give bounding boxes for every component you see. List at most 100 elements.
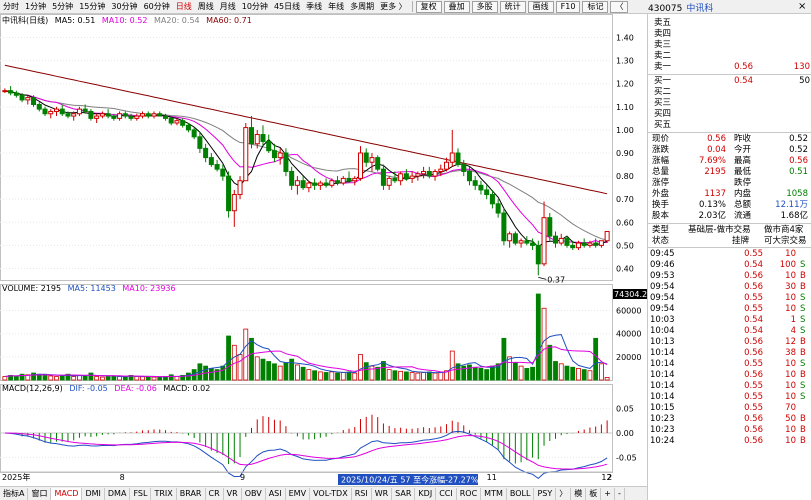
indicator-tab-18[interactable]: CCI xyxy=(436,487,457,500)
indicator-tab-0[interactable]: 指标A xyxy=(0,487,29,500)
period-tab-12[interactable]: 年线 xyxy=(325,0,347,13)
tool-button-6[interactable]: 标记 xyxy=(582,0,609,13)
indicator-tab-2[interactable]: MACD xyxy=(51,487,83,500)
tick-price: 0.56 xyxy=(744,337,763,347)
tool-button-1[interactable]: 叠加 xyxy=(443,0,470,13)
ask-row: 卖三 xyxy=(650,40,810,50)
candle-body xyxy=(495,203,501,214)
indicator-tab-15[interactable]: WR xyxy=(372,487,393,500)
stat-label: 外盘 xyxy=(652,189,670,199)
volume-bar xyxy=(283,362,289,381)
tool-button-7[interactable]: 〈 xyxy=(610,0,629,13)
candle-body xyxy=(507,233,513,242)
trading-app: 分时 1分钟 5分钟 15分钟 30分钟 60分钟 日线 周线 月线 10分钟 45日线 季线 年线 多周… xyxy=(0,0,811,500)
indicator-tab-19[interactable]: ROC xyxy=(457,487,482,500)
tick-volume: 10 xyxy=(785,425,796,435)
tick-price: 0.56 xyxy=(744,271,763,281)
volume-bar xyxy=(570,366,576,381)
indicator-tab-17[interactable]: KDJ xyxy=(415,487,437,500)
candle-body xyxy=(117,113,123,119)
volume-bar xyxy=(226,335,231,381)
period-tab-2[interactable]: 5分钟 xyxy=(49,0,76,13)
indicator-tab-10[interactable]: OBV xyxy=(242,487,266,500)
volume-bar xyxy=(243,328,249,381)
indicator-tab-12[interactable]: EMV xyxy=(286,487,311,500)
indicator-tab-8[interactable]: CR xyxy=(206,487,224,500)
period-tab-10[interactable]: 45日线 xyxy=(271,0,303,13)
indicator-tab-21[interactable]: BOLL xyxy=(507,487,535,500)
close-icon[interactable]: × xyxy=(798,1,806,12)
candle-body xyxy=(553,235,559,244)
tool-button-4[interactable]: 画线 xyxy=(527,0,554,13)
indicator-tab-13[interactable]: VOL-TDX xyxy=(310,487,352,500)
indicator-tab-11[interactable]: ASI xyxy=(266,487,286,500)
period-tab-1[interactable]: 1分钟 xyxy=(22,0,49,13)
period-tab-0[interactable]: 分时 xyxy=(0,0,22,13)
dif-legend: DIF: -0.05 xyxy=(69,384,108,393)
ma5-line xyxy=(4,90,608,248)
tick-volume: 70 xyxy=(785,403,796,413)
tick-volume: 10 xyxy=(785,249,796,259)
stat-value: 0.56 xyxy=(707,134,726,144)
tick-volume: 10 xyxy=(785,304,796,314)
ask-label: 卖四 xyxy=(654,29,672,39)
tool-button-2[interactable]: 多股 xyxy=(471,0,498,13)
volume-bar xyxy=(117,376,122,381)
indicator-tab-3[interactable]: DMI xyxy=(82,487,105,500)
volume-bar xyxy=(558,363,564,381)
volume-bar xyxy=(266,361,272,381)
indicator-tab-1[interactable]: 窗口 xyxy=(28,487,52,500)
tick-time: 10:14 xyxy=(650,348,675,358)
indicator-tab-5[interactable]: FSL xyxy=(130,487,152,500)
tick-row: 09:54 0.55 10 S xyxy=(648,293,811,304)
candle-body xyxy=(438,168,444,172)
period-tab-9[interactable]: 10分钟 xyxy=(239,0,271,13)
volume-tick-label: 60000 xyxy=(616,307,641,316)
indicator-tab-25[interactable]: 板 xyxy=(586,487,602,500)
chart-area[interactable]: 1.40 1.30 1.20 1.10 1.00 0.90 0.80 0.70 0.60 0.50… xyxy=(0,14,652,486)
indicator-tab-16[interactable]: SAR xyxy=(392,487,416,500)
period-tab-5[interactable]: 60分钟 xyxy=(141,0,173,13)
tool-button-5[interactable]: F10 xyxy=(555,0,581,13)
indicator-tab-14[interactable]: RSI xyxy=(352,487,372,500)
indicator-tab-26[interactable]: + xyxy=(601,487,615,500)
volume-bar xyxy=(94,376,100,381)
date-label: 9 xyxy=(240,473,245,482)
candle-body xyxy=(466,170,472,182)
stat-label: 流通 xyxy=(734,211,752,221)
tick-row: 10:23 0.56 50 B xyxy=(648,414,811,425)
tick-time: 09:54 xyxy=(650,293,675,303)
stat-label: 涨幅 xyxy=(652,156,670,166)
indicator-tab-22[interactable]: PSY xyxy=(534,487,557,500)
indicator-tab-4[interactable]: DMA xyxy=(105,487,131,500)
period-tab-8[interactable]: 月线 xyxy=(217,0,239,13)
period-tab-4[interactable]: 30分钟 xyxy=(108,0,140,13)
indicator-tab-9[interactable]: VR xyxy=(224,487,242,500)
candle-body xyxy=(151,113,157,117)
period-tab-11[interactable]: 季线 xyxy=(303,0,325,13)
candle-body xyxy=(191,129,197,138)
bid-label: 买二 xyxy=(654,87,672,97)
stock-name: 中讯科 xyxy=(686,4,714,14)
candle-body xyxy=(145,113,151,117)
period-tab-7[interactable]: 周线 xyxy=(195,0,217,13)
indicator-tab-6[interactable]: TRIX xyxy=(151,487,177,500)
indicator-tab-7[interactable]: BRAR xyxy=(177,487,206,500)
indicator-tab-23[interactable]: 〉 xyxy=(556,487,572,500)
price-tick-label: 0.80 xyxy=(616,172,634,181)
indicator-tab-24[interactable]: 模 xyxy=(571,487,587,500)
period-tab-3[interactable]: 15分钟 xyxy=(76,0,108,13)
tool-button-3[interactable]: 统计 xyxy=(499,0,526,13)
indicator-tab-27[interactable]: - xyxy=(615,487,625,500)
indicator-tab-20[interactable]: MTM xyxy=(481,487,507,500)
candle-body xyxy=(530,242,536,246)
period-tab-14[interactable]: 更多 〉 xyxy=(377,0,410,13)
bid-price: 0.54 xyxy=(734,76,753,86)
period-tab-13[interactable]: 多周期 xyxy=(347,0,377,13)
tick-side: S xyxy=(800,381,806,391)
volume-bar xyxy=(82,375,88,381)
candle-body xyxy=(484,189,490,196)
period-tab-6[interactable]: 日线 xyxy=(173,0,195,13)
kline-chart[interactable]: 1.40 1.30 1.20 1.10 1.00 0.90 0.80 0.70 0.60 0.50… xyxy=(0,14,652,486)
tool-button-0[interactable]: 复权 xyxy=(415,0,442,13)
